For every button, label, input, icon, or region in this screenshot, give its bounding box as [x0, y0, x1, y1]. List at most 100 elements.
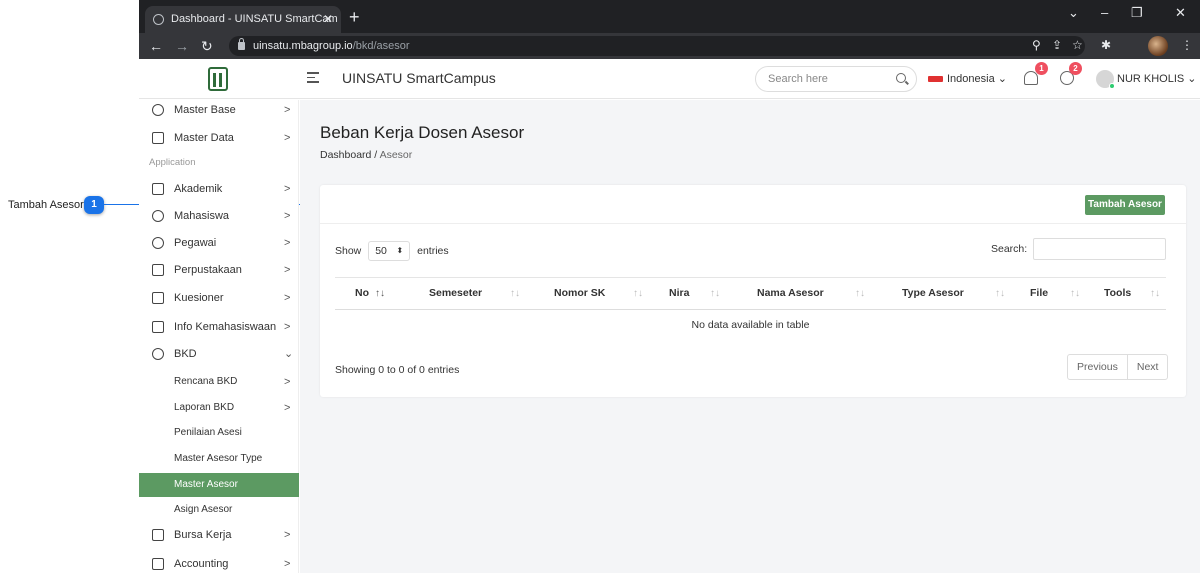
- tab-search-icon[interactable]: ⌄: [1068, 5, 1079, 21]
- sidebar-item-mahasiswa[interactable]: Mahasiswa >: [139, 204, 299, 228]
- sidebar-item-bkd[interactable]: BKD ⌄: [139, 342, 299, 366]
- sidebar-item-label: Accounting: [174, 558, 229, 570]
- entries-select[interactable]: 50 ⬍: [368, 241, 411, 261]
- sidebar-item-label: Mahasiswa: [174, 210, 230, 222]
- close-tab-icon[interactable]: ✕: [323, 6, 333, 33]
- sidebar-subitem-laporan-bkd[interactable]: Laporan BKD >: [139, 396, 299, 420]
- minimize-icon[interactable]: –: [1101, 5, 1108, 20]
- user-menu[interactable]: NUR KHOLIS ⌄: [1117, 72, 1197, 85]
- back-icon[interactable]: ←: [149, 37, 163, 55]
- graduation-cap-icon: [152, 183, 164, 195]
- forward-icon[interactable]: →: [175, 37, 189, 55]
- sidebar-subitem-penilaian-asesi[interactable]: Penilaian Asesi: [139, 421, 299, 445]
- chevron-right-icon: >: [284, 529, 291, 541]
- sort-icon[interactable]: ↑↓: [375, 278, 385, 309]
- sidebar-item-label: Rencana BKD: [174, 376, 238, 387]
- zoom-icon[interactable]: ⚲: [1032, 38, 1041, 52]
- sidebar-item-label: Akademik: [174, 183, 223, 195]
- column-header-type-asesor[interactable]: Type Asesor: [902, 278, 964, 309]
- sort-icon[interactable]: ↑↓: [1150, 278, 1160, 309]
- app-header: UINSATU SmartCampus Search here Indonesi…: [139, 59, 1200, 99]
- close-window-icon[interactable]: ✕: [1175, 5, 1186, 21]
- browser-tab[interactable]: Dashboard - UINSATU SmartCam ✕: [145, 6, 341, 33]
- chevron-right-icon: >: [284, 292, 291, 304]
- online-status-dot: [1109, 83, 1115, 89]
- menu-dots-icon[interactable]: ⋮: [1181, 38, 1193, 52]
- sidebar-item-label: Kuesioner: [174, 292, 224, 304]
- page-title: Beban Kerja Dosen Asesor: [320, 123, 525, 142]
- entries-value: 50: [375, 245, 387, 257]
- search-input[interactable]: Search here: [755, 66, 917, 92]
- search-icon[interactable]: [896, 73, 906, 83]
- tab-title: Dashboard - UINSATU SmartCam: [171, 13, 338, 25]
- sort-icon[interactable]: ↑↓: [633, 278, 643, 309]
- sidebar-subitem-rencana-bkd[interactable]: Rencana BKD >: [139, 370, 299, 394]
- sidebar-item-akademik[interactable]: Akademik >: [139, 177, 299, 201]
- column-header-no[interactable]: No: [355, 278, 369, 309]
- logo-area: [139, 59, 299, 99]
- extensions-icon[interactable]: ✱: [1101, 38, 1111, 52]
- sidebar: Master Base > Master Data > Application …: [139, 100, 299, 573]
- url-field[interactable]: uinsatu.mbagroup.io/bkd/asesor: [229, 36, 1085, 56]
- language-selector[interactable]: Indonesia ⌄: [947, 72, 1007, 85]
- puzzle-icon: [152, 104, 164, 116]
- username-label: NUR KHOLIS: [1117, 73, 1185, 85]
- entries-label: entries: [417, 244, 449, 257]
- asesor-card: Tambah Asesor Show 50 ⬍ entries Search: N…: [320, 185, 1186, 397]
- table-header: No ↑↓ Semeseter ↑↓ Nomor SK ↑↓ Nira ↑↓ N…: [335, 277, 1166, 310]
- sort-icon[interactable]: ↑↓: [710, 278, 720, 309]
- empty-table-message: No data available in table: [691, 319, 810, 331]
- sort-icon[interactable]: ↑↓: [995, 278, 1005, 309]
- next-button[interactable]: Next: [1128, 355, 1168, 379]
- column-header-nomor-sk[interactable]: Nomor SK: [554, 278, 605, 309]
- entries-length-control: Show 50 ⬍ entries: [335, 241, 449, 261]
- reload-icon[interactable]: ↻: [201, 37, 213, 55]
- logo-icon[interactable]: [208, 67, 228, 91]
- sidebar-item-pegawai[interactable]: Pegawai >: [139, 231, 299, 255]
- sidebar-item-label: Bursa Kerja: [174, 529, 232, 541]
- chevron-right-icon: >: [284, 558, 291, 570]
- sidebar-item-label: BKD: [174, 348, 197, 360]
- column-header-file[interactable]: File: [1030, 278, 1048, 309]
- new-tab-icon[interactable]: +: [349, 6, 360, 28]
- cube-icon: [152, 132, 164, 144]
- sidebar-item-accounting[interactable]: Accounting >: [139, 552, 299, 573]
- previous-button[interactable]: Previous: [1068, 355, 1128, 379]
- star-icon[interactable]: ☆: [1072, 38, 1083, 52]
- sidebar-item-label: Pegawai: [174, 237, 217, 249]
- breadcrumb-root[interactable]: Dashboard: [320, 149, 371, 161]
- profile-avatar[interactable]: [1148, 36, 1168, 56]
- sidebar-subitem-asign-asesor[interactable]: Asign Asesor: [139, 498, 299, 522]
- column-header-nira[interactable]: Nira: [669, 278, 689, 309]
- sidebar-item-perpustakaan[interactable]: Perpustakaan >: [139, 258, 299, 282]
- sort-icon[interactable]: ↑↓: [510, 278, 520, 309]
- table-search-input[interactable]: [1033, 238, 1166, 260]
- hamburger-icon[interactable]: [307, 72, 319, 86]
- column-header-semeseter[interactable]: Semeseter: [429, 278, 482, 309]
- bell-icon[interactable]: [1024, 71, 1038, 85]
- sidebar-item-master-base[interactable]: Master Base >: [139, 98, 299, 122]
- share-icon[interactable]: ⇪: [1052, 38, 1062, 52]
- chevron-right-icon: >: [284, 264, 291, 276]
- main-content: Beban Kerja Dosen Asesor Dashboard / Ase…: [300, 100, 1200, 573]
- sort-icon[interactable]: ↑↓: [1070, 278, 1080, 309]
- sidebar-item-master-data[interactable]: Master Data >: [139, 126, 299, 150]
- sort-icon[interactable]: ↑↓: [855, 278, 865, 309]
- restore-icon[interactable]: ❐: [1131, 5, 1143, 21]
- language-label: Indonesia: [947, 73, 995, 85]
- pagination: Previous Next: [1067, 354, 1169, 380]
- add-asesor-button[interactable]: Tambah Asesor: [1085, 195, 1165, 215]
- column-header-tools[interactable]: Tools: [1104, 278, 1131, 309]
- column-header-nama-asesor[interactable]: Nama Asesor: [757, 278, 824, 309]
- annotation-badge: 1: [84, 196, 104, 214]
- app-title: UINSATU SmartCampus: [342, 70, 496, 86]
- notification-badge: 1: [1035, 62, 1048, 75]
- sidebar-item-info-kemahasiswaan[interactable]: Info Kemahasiswaan >: [139, 315, 299, 339]
- sidebar-subitem-master-asesor-type[interactable]: Master Asesor Type: [139, 447, 299, 471]
- tab-bar: Dashboard - UINSATU SmartCam ✕ + ⌄ – ❐ ✕: [139, 0, 1200, 33]
- sidebar-item-bursa-kerja[interactable]: Bursa Kerja >: [139, 523, 299, 547]
- table-info: Showing 0 to 0 of 0 entries: [335, 364, 460, 376]
- sidebar-item-kuesioner[interactable]: Kuesioner >: [139, 286, 299, 310]
- show-label: Show: [335, 244, 362, 257]
- sidebar-subitem-master-asesor[interactable]: Master Asesor: [139, 473, 299, 497]
